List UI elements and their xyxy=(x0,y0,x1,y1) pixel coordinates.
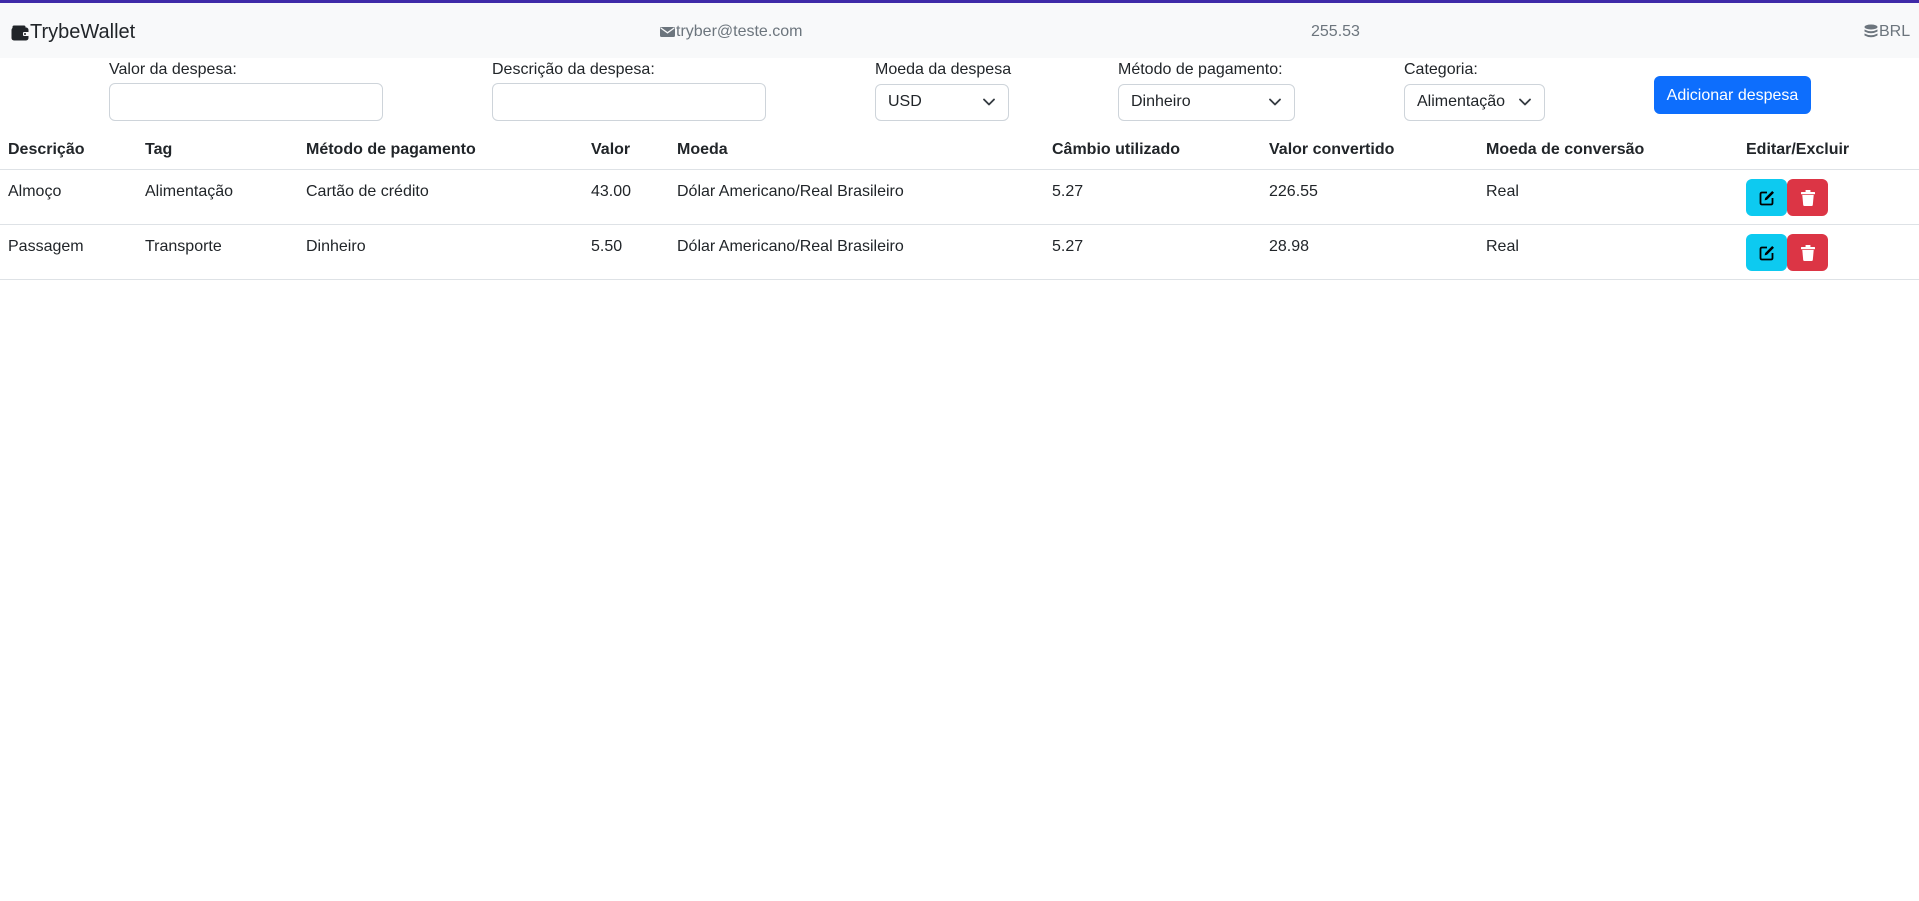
column-header-tag: Tag xyxy=(145,141,173,158)
cell-value: 5.50 xyxy=(591,238,623,255)
cell-tag: Transporte xyxy=(145,238,222,255)
column-header-description: Descrição xyxy=(8,141,85,158)
delete-button[interactable] xyxy=(1787,234,1828,271)
category-label: Categoria: xyxy=(1404,61,1478,78)
cell-tag: Alimentação xyxy=(145,183,234,200)
cell-rate: 5.27 xyxy=(1052,183,1084,200)
cell-method: Cartão de crédito xyxy=(306,183,429,200)
method-label: Método de pagamento: xyxy=(1118,61,1283,78)
category-select-value: Alimentação xyxy=(1417,93,1506,110)
value-label: Valor da despesa: xyxy=(109,61,237,78)
column-header-rate: Câmbio utilizado xyxy=(1052,141,1180,158)
header-currency-code: BRL xyxy=(1879,23,1911,40)
description-label: Descrição da despesa: xyxy=(492,61,655,78)
cell-currency: Dólar Americano/Real Brasileiro xyxy=(677,238,904,255)
brand: TrybeWallet xyxy=(11,21,135,44)
header-currency: BRL xyxy=(1864,23,1910,41)
cell-conversion-currency: Real xyxy=(1486,183,1519,200)
cell-converted: 28.98 xyxy=(1269,238,1310,255)
cell-rate: 5.27 xyxy=(1052,238,1084,255)
delete-button[interactable] xyxy=(1787,179,1828,216)
column-header-value: Valor xyxy=(591,141,631,158)
column-header-converted: Valor convertido xyxy=(1269,141,1395,158)
category-select[interactable]: Alimentação xyxy=(1404,84,1545,121)
envelope-icon xyxy=(660,27,675,37)
value-input[interactable] xyxy=(109,83,383,121)
currency-select-value: USD xyxy=(888,93,922,110)
brand-name: TrybeWallet xyxy=(30,21,136,43)
column-header-currency: Moeda xyxy=(677,141,728,158)
column-header-conversion-currency: Moeda de conversão xyxy=(1486,141,1645,158)
currency-select[interactable]: USD xyxy=(875,84,1009,121)
cell-method: Dinheiro xyxy=(306,238,366,255)
trash-icon xyxy=(1800,244,1815,261)
table-row: Passagem Transporte Dinheiro 5.50 Dólar … xyxy=(0,225,1919,280)
cell-converted: 226.55 xyxy=(1269,183,1318,200)
cell-value: 43.00 xyxy=(591,183,632,200)
cell-description: Almoço xyxy=(8,183,62,200)
currency-label: Moeda da despesa xyxy=(875,61,1012,78)
header: TrybeWallet tryber@teste.com 255.53 BRL xyxy=(0,0,1919,58)
expenses-table: Descrição Tag Método de pagamento Valor … xyxy=(0,132,1919,280)
table-header: Descrição Tag Método de pagamento Valor … xyxy=(0,132,1919,170)
method-select[interactable]: Dinheiro xyxy=(1118,84,1295,121)
edit-icon xyxy=(1759,245,1774,260)
user-email-text: tryber@teste.com xyxy=(676,23,803,40)
description-input[interactable] xyxy=(492,83,766,121)
edit-icon xyxy=(1759,190,1774,205)
cell-description: Passagem xyxy=(8,238,84,255)
add-expense-button[interactable]: Adicionar despesa xyxy=(1654,76,1811,114)
method-select-value: Dinheiro xyxy=(1131,93,1191,110)
cell-conversion-currency: Real xyxy=(1486,238,1519,255)
chevron-down-icon xyxy=(1269,98,1281,106)
edit-button[interactable] xyxy=(1746,179,1787,216)
wallet-icon xyxy=(11,25,29,40)
cell-currency: Dólar Americano/Real Brasileiro xyxy=(677,183,904,200)
chevron-down-icon xyxy=(1519,98,1531,106)
column-header-actions: Editar/Excluir xyxy=(1746,141,1850,158)
trash-icon xyxy=(1800,189,1815,206)
total-expenses: 255.53 xyxy=(1311,23,1360,40)
coins-icon xyxy=(1864,24,1878,38)
edit-button[interactable] xyxy=(1746,234,1787,271)
table-row: Almoço Alimentação Cartão de crédito 43.… xyxy=(0,170,1919,225)
column-header-method: Método de pagamento xyxy=(306,141,476,158)
user-email: tryber@teste.com xyxy=(660,23,803,41)
chevron-down-icon xyxy=(983,98,995,106)
